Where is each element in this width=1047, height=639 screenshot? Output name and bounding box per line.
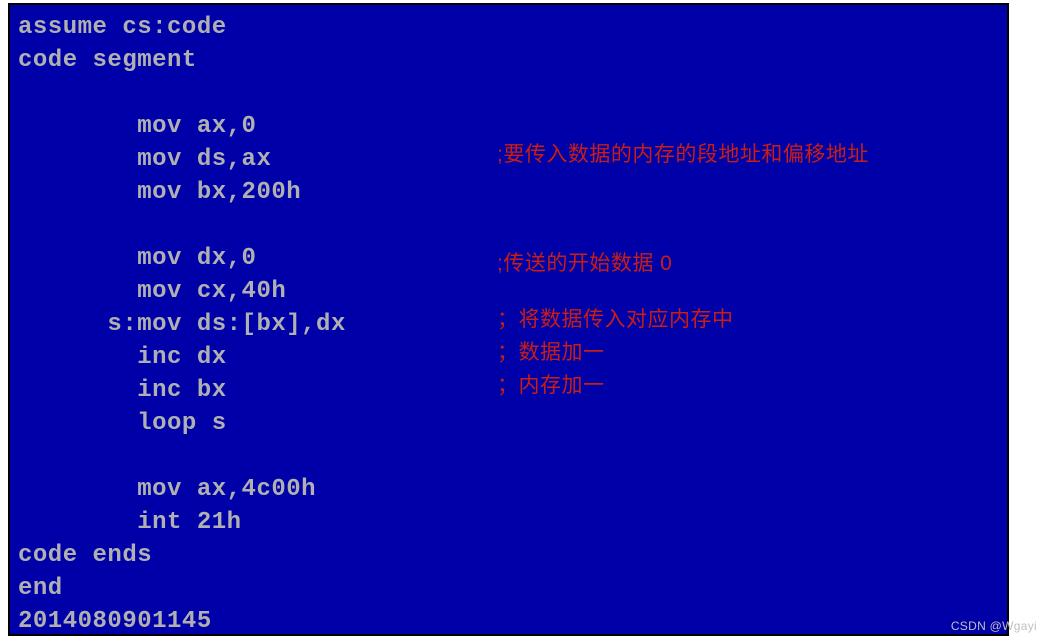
code-line: assume cs:code: [18, 14, 227, 41]
code-line: mov cx,40h: [18, 278, 286, 305]
code-line: end: [18, 575, 63, 602]
code-line: mov ds,ax: [18, 146, 271, 173]
code-terminal: assume cs:code code segment mov ax,0 mov…: [8, 3, 1009, 636]
comment-start-data: ;传送的开始数据 0: [497, 247, 672, 280]
code-line: inc bx: [18, 377, 227, 404]
code-line: inc dx: [18, 344, 227, 371]
comment-loop-body: ；将数据传入对应内存中 ；数据加一 ；内存加一: [497, 303, 734, 402]
code-line: s:mov ds:[bx],dx: [18, 311, 346, 338]
code-line: mov ax,4c00h: [18, 476, 316, 503]
code-line: mov dx,0: [18, 245, 256, 272]
comment-segment-address: ;要传入数据的内存的段地址和偏移地址: [497, 138, 869, 171]
comment-line: ；数据加一: [497, 336, 734, 369]
code-line: code ends: [18, 542, 152, 569]
code-line: mov bx,200h: [18, 179, 301, 206]
comment-line: ；内存加一: [497, 369, 734, 402]
code-line: mov ax,0: [18, 113, 256, 140]
code-line: code segment: [18, 47, 197, 74]
comment-line: ；将数据传入对应内存中: [497, 303, 734, 336]
watermark: CSDN @Wgayi: [951, 619, 1037, 633]
code-line: int 21h: [18, 509, 242, 536]
code-line: loop s: [18, 410, 227, 437]
code-line: 2014080901145: [18, 608, 212, 635]
